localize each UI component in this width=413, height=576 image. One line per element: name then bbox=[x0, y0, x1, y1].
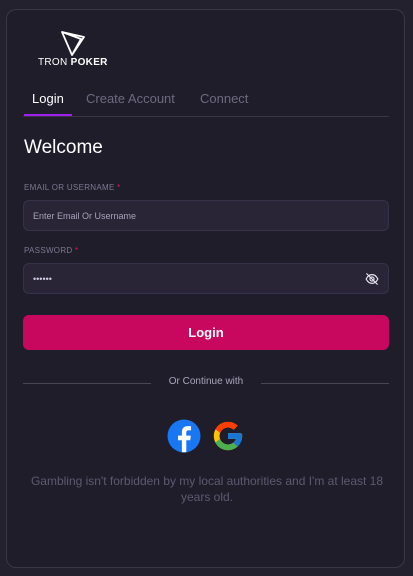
email-field[interactable] bbox=[24, 201, 388, 230]
tab-login[interactable]: Login bbox=[32, 90, 64, 116]
required-marker: * bbox=[117, 183, 121, 192]
tron-poker-logo: TRON POKER bbox=[37, 29, 107, 69]
email-label: EMAIL OR USERNAME * bbox=[24, 183, 121, 192]
tron-logo-icon bbox=[61, 31, 85, 56]
required-marker: * bbox=[75, 246, 79, 255]
facebook-icon bbox=[167, 419, 201, 453]
email-field-wrapper bbox=[23, 200, 389, 231]
tab-connect[interactable]: Connect bbox=[200, 90, 248, 116]
password-field[interactable] bbox=[24, 264, 388, 293]
brand-name: TRON POKER bbox=[38, 57, 108, 68]
toggle-password-visibility-icon[interactable] bbox=[365, 272, 379, 286]
divider-text: Or Continue with bbox=[168, 376, 244, 387]
email-label-text: EMAIL OR USERNAME bbox=[24, 183, 115, 192]
google-icon bbox=[213, 421, 243, 451]
password-label-text: PASSWORD bbox=[24, 246, 73, 255]
facebook-login-button[interactable] bbox=[167, 419, 201, 453]
password-label: PASSWORD * bbox=[24, 246, 78, 255]
age-disclaimer: Gambling isn't forbidden by my local aut… bbox=[30, 474, 384, 504]
login-button[interactable]: Login bbox=[23, 315, 389, 350]
active-tab-indicator bbox=[24, 114, 72, 116]
page-title: Welcome bbox=[24, 137, 103, 158]
login-panel: TRON POKER Login Create Account Connect … bbox=[6, 9, 405, 568]
auth-tabs: Login Create Account Connect bbox=[23, 90, 389, 117]
brand-name-light: TRON bbox=[38, 57, 68, 68]
password-field-wrapper bbox=[23, 263, 389, 294]
or-continue-divider: Or Continue with bbox=[23, 376, 389, 390]
tab-create-account[interactable]: Create Account bbox=[86, 90, 175, 116]
google-login-button[interactable] bbox=[211, 419, 245, 453]
brand-name-bold: POKER bbox=[70, 57, 108, 68]
